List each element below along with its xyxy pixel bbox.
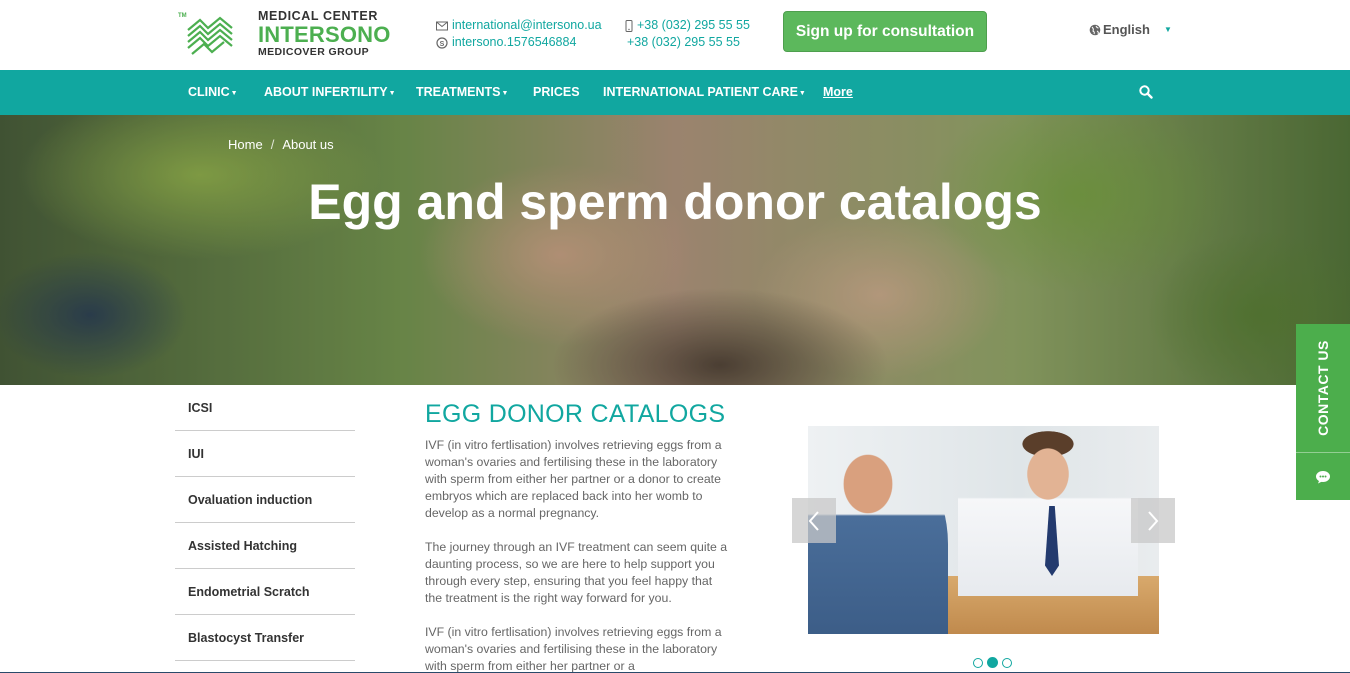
nav-item-about-infertility[interactable]: ABOUT INFERTILITY▼: [264, 70, 396, 115]
chevron-left-icon: [808, 510, 819, 531]
chat-bubble-icon: [1316, 470, 1330, 483]
nav-item-more[interactable]: More: [823, 70, 853, 115]
skype-id[interactable]: intersono.1576546884: [452, 34, 576, 51]
mobile-phone-icon: [625, 19, 633, 32]
content-paragraph: IVF (in vitro fertlisation) involves ret…: [425, 625, 722, 673]
section-title: EGG DONOR CATALOGS: [425, 400, 726, 428]
dropdown-caret-icon: ▼: [388, 90, 396, 97]
logo-line-medical-center: MEDICAL CENTER: [258, 9, 378, 23]
contact-chat-button[interactable]: [1296, 452, 1350, 500]
nav-item-clinic[interactable]: CLINIC▼: [188, 70, 238, 115]
chevron-down-icon: ▼: [1163, 25, 1172, 34]
carousel-dot[interactable]: [973, 658, 983, 668]
globe-icon: [1089, 24, 1101, 35]
main-content: EGG DONOR CATALOGS IVF (in vitro fertlis…: [425, 400, 730, 673]
signup-consultation-button[interactable]: Sign up for consultation: [783, 11, 987, 52]
nav-item-prices[interactable]: PRICES: [533, 70, 580, 115]
dropdown-caret-icon: ▼: [798, 90, 806, 97]
photo-doctor: [958, 426, 1138, 596]
content-paragraph: The journey through an IVF treatment can…: [425, 540, 728, 605]
search-icon[interactable]: [1139, 85, 1153, 99]
nav-item-international-patient-care[interactable]: INTERNATIONAL PATIENT CARE▼: [603, 70, 806, 115]
phone-primary[interactable]: +38 (032) 295 55 55: [637, 17, 750, 34]
sidebar-item-ovaluation-induction[interactable]: Ovaluation induction: [175, 477, 355, 523]
site-logo[interactable]: TM MEDICAL CENTER INTERSONO MEDICOVER GR…: [178, 10, 390, 62]
site-header: TM MEDICAL CENTER INTERSONO MEDICOVER GR…: [0, 0, 1350, 70]
sidebar-item-assisted-hatching[interactable]: Assisted Hatching: [175, 523, 355, 569]
content-paragraph: IVF (in vitro fertlisation) involves ret…: [425, 438, 722, 520]
logo-trademark: TM: [178, 13, 187, 19]
email-link[interactable]: international@intersono.ua: [452, 17, 602, 34]
language-label: English: [1103, 22, 1150, 37]
breadcrumb-home[interactable]: Home: [228, 137, 263, 152]
page-title: Egg and sperm donor catalogs: [308, 174, 1042, 230]
chevron-right-icon: [1148, 510, 1159, 531]
carousel-prev-button[interactable]: [792, 498, 836, 543]
header-contacts-phone: +38 (032) 295 55 55 +38 (032) 295 55 55: [625, 17, 750, 51]
phone-secondary[interactable]: +38 (032) 295 55 55: [627, 34, 740, 51]
envelope-icon: [436, 21, 448, 30]
carousel-dot-active[interactable]: [987, 657, 998, 668]
sidebar-item-icsi[interactable]: ICSI: [175, 385, 355, 431]
sidebar-item-blastocyst-transfer[interactable]: Blastocyst Transfer: [175, 615, 355, 661]
hero-banner: Home / About us Egg and sperm donor cata…: [0, 115, 1350, 385]
nav-item-treatments[interactable]: TREATMENTS▼: [416, 70, 508, 115]
main-nav: CLINIC▼ ABOUT INFERTILITY▼ TREATMENTS▼ P…: [0, 70, 1350, 115]
breadcrumb-current: About us: [282, 137, 334, 152]
contact-us-tab[interactable]: CONTACT US: [1296, 324, 1350, 500]
dropdown-caret-icon: ▼: [230, 90, 238, 97]
sidebar-item-endometrial-scratch[interactable]: Endometrial Scratch: [175, 569, 355, 615]
logo-line-group: MEDICOVER GROUP: [258, 45, 370, 58]
carousel-dots: [973, 657, 1012, 668]
carousel-dot[interactable]: [1002, 658, 1012, 668]
contact-us-label: CONTACT US: [1315, 340, 1332, 436]
language-selector[interactable]: English ▼: [1089, 22, 1172, 37]
treatments-sidebar: ICSI IUI Ovaluation induction Assisted H…: [175, 385, 355, 661]
sidebar-item-iui[interactable]: IUI: [175, 431, 355, 477]
svg-text:S: S: [440, 40, 445, 47]
carousel-slide-image: [808, 426, 1159, 634]
breadcrumb-separator: /: [270, 137, 275, 152]
logo-line-brand: INTERSONO: [258, 21, 391, 47]
header-contacts-online: international@intersono.ua S intersono.1…: [436, 17, 602, 51]
breadcrumb: Home / About us: [228, 137, 334, 152]
logo-mark-icon: [187, 16, 233, 55]
skype-icon: S: [436, 36, 448, 49]
dropdown-caret-icon: ▼: [501, 90, 509, 97]
carousel-next-button[interactable]: [1131, 498, 1175, 543]
